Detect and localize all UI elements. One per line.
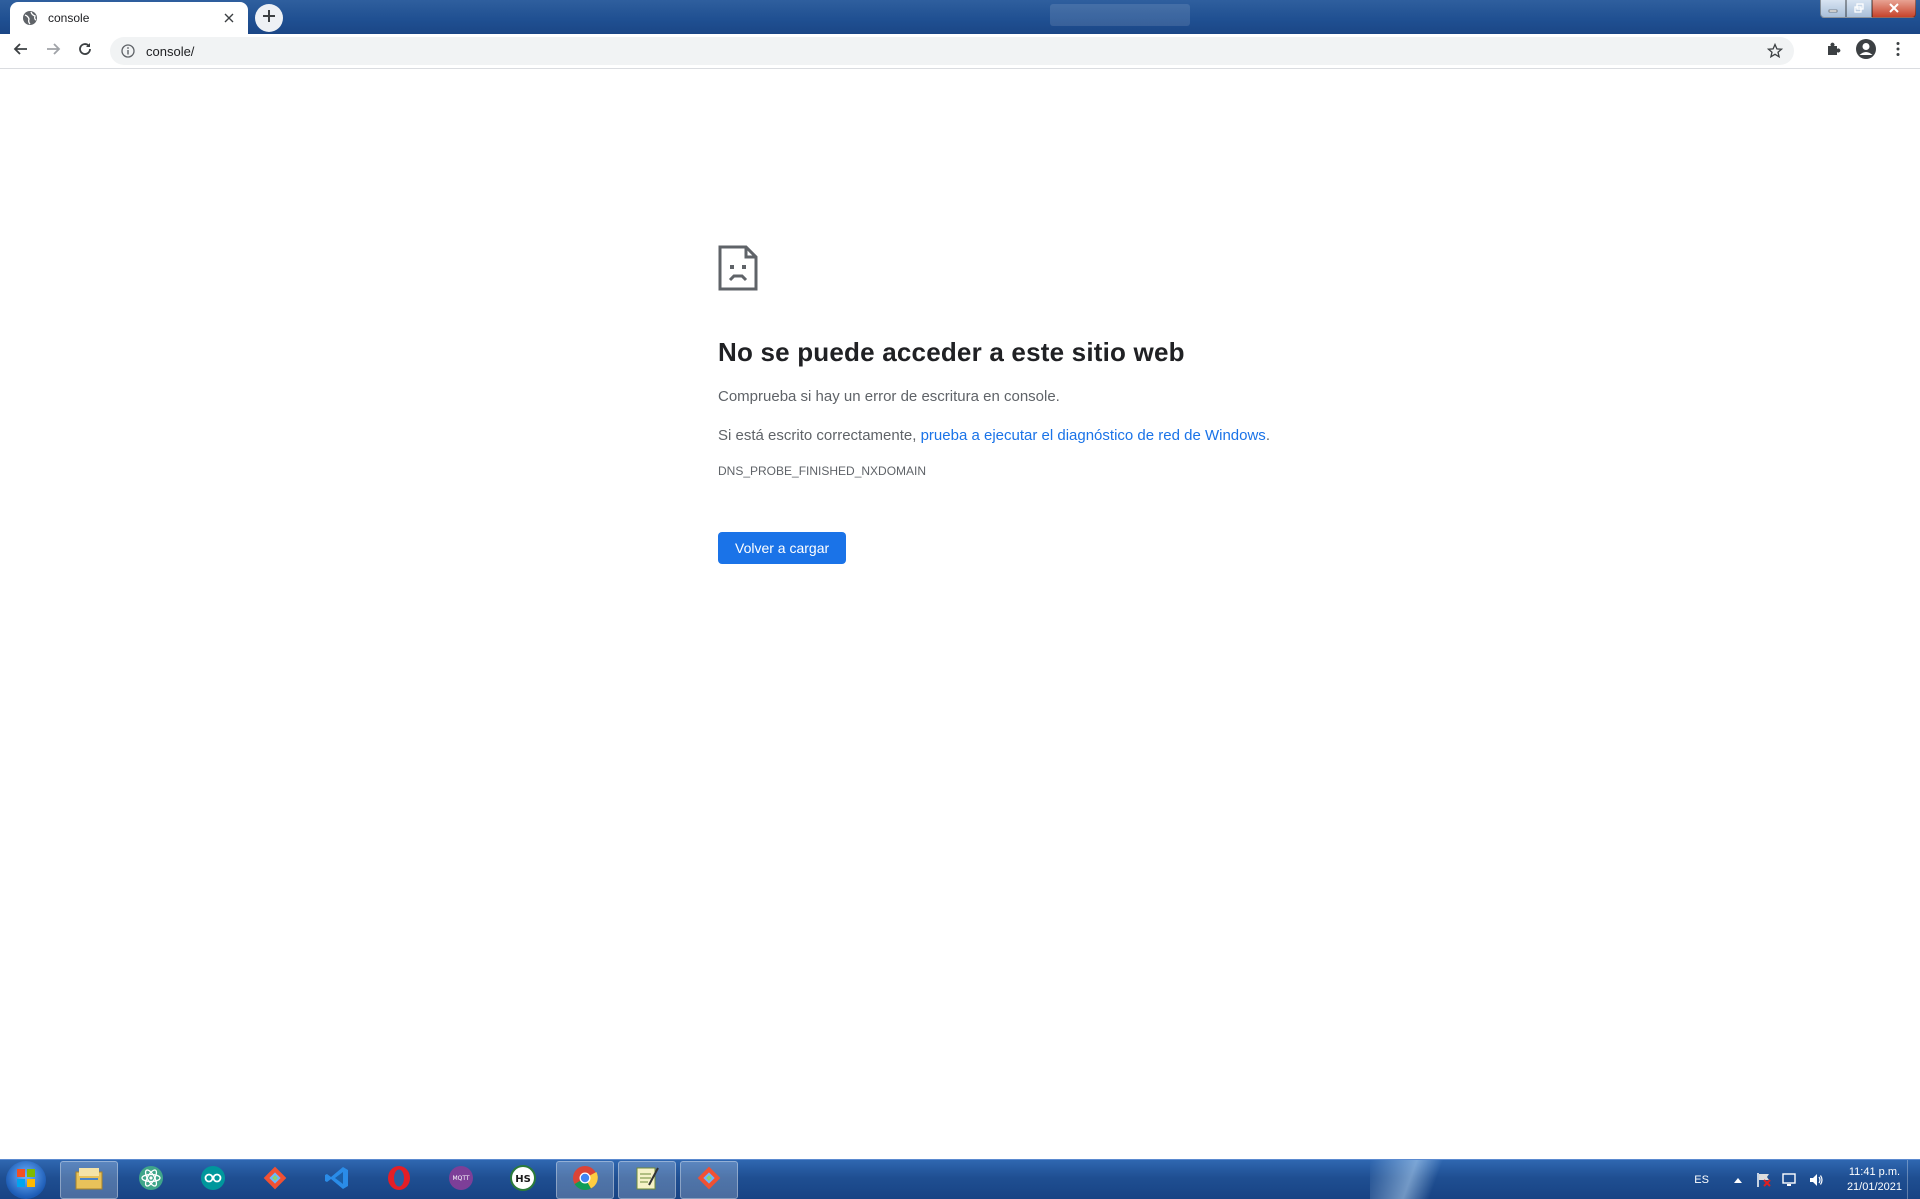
error-title: No se puede acceder a este sitio web — [718, 337, 1185, 367]
error-suggestion-2-suffix: . — [1265, 427, 1270, 444]
error-suggestion-1: Comprueba si hay un error de escritura e… — [718, 388, 1060, 405]
show-desktop-button[interactable] — [1907, 1160, 1920, 1199]
browser-tab[interactable]: console — [10, 2, 248, 34]
atom-icon — [138, 1165, 164, 1196]
extensions-button[interactable] — [1820, 38, 1846, 64]
info-icon[interactable] — [120, 43, 136, 59]
taskbar-file-explorer[interactable] — [60, 1161, 118, 1199]
window-controls — [1820, 0, 1916, 18]
error-page: No se puede acceder a este sitio web Com… — [718, 245, 1358, 564]
language-indicator[interactable]: ES — [1694, 1174, 1709, 1186]
address-bar[interactable]: console/ — [110, 37, 1794, 65]
background-window-ghost — [1050, 4, 1190, 26]
extensions-puzzle-icon — [1825, 41, 1841, 62]
taskbar-arduino[interactable] — [184, 1161, 242, 1199]
profile-button[interactable] — [1853, 38, 1879, 64]
arduino-icon — [200, 1165, 226, 1196]
action-center-flag-icon[interactable] — [1755, 1171, 1773, 1189]
mqtt-icon: MQTT — [448, 1165, 474, 1196]
vscode-icon — [324, 1165, 350, 1196]
back-button[interactable] — [8, 38, 34, 64]
new-tab-button[interactable] — [255, 4, 283, 32]
taskbar-atom[interactable] — [122, 1161, 180, 1199]
network-icon[interactable] — [1781, 1171, 1799, 1189]
error-suggestion-2-prefix: Si está escrito correctamente, — [718, 427, 921, 444]
system-tray: ES 11:41 p.m. 21/01/2021 — [1694, 1160, 1902, 1199]
volume-icon[interactable] — [1807, 1171, 1825, 1189]
minimize-button[interactable] — [1820, 0, 1846, 18]
hs-icon: HS — [510, 1164, 536, 1196]
minimize-icon — [1828, 0, 1838, 18]
taskbar-decoration — [1370, 1160, 1460, 1199]
taskbar-hs[interactable]: HS — [494, 1161, 552, 1199]
plus-icon — [262, 9, 276, 28]
restore-button[interactable] — [1846, 0, 1872, 18]
clock-time: 11:41 p.m. — [1848, 1166, 1901, 1178]
git-icon — [262, 1165, 288, 1196]
forward-arrow-icon — [45, 41, 61, 62]
taskbar-vscode[interactable] — [308, 1161, 366, 1199]
git-gui-icon — [696, 1165, 722, 1196]
system-clock[interactable]: 11:41 p.m. 21/01/2021 — [1847, 1165, 1902, 1195]
menu-dots-icon — [1896, 41, 1900, 62]
browser-toolbar: console/ — [0, 34, 1920, 69]
windows-logo-icon — [15, 1167, 37, 1194]
back-arrow-icon — [13, 41, 29, 62]
file-explorer-icon — [75, 1166, 103, 1195]
taskbar-git[interactable] — [246, 1161, 304, 1199]
close-window-icon — [1889, 0, 1899, 18]
taskbar-apps: MQTT HS — [60, 1161, 742, 1199]
hs-icon-label: HS — [515, 1174, 531, 1185]
sad-page-icon — [718, 245, 758, 291]
chrome-icon — [572, 1165, 598, 1196]
forward-button[interactable] — [40, 38, 66, 64]
taskbar-mqtt[interactable]: MQTT — [432, 1161, 490, 1199]
mqtt-icon-label: MQTT — [452, 1175, 469, 1182]
menu-button[interactable] — [1885, 38, 1911, 64]
profile-avatar-icon — [1855, 38, 1877, 65]
close-window-button[interactable] — [1872, 0, 1916, 18]
taskbar-notepad[interactable] — [618, 1161, 676, 1199]
reload-page-button[interactable]: Volver a cargar — [718, 532, 847, 564]
taskbar-git-gui[interactable] — [680, 1161, 738, 1199]
error-suggestion-2: Si está escrito correctamente, prueba a … — [718, 426, 1358, 446]
windows-taskbar: MQTT HS ES 11:41 p.m. 21/01/2021 — [0, 1159, 1920, 1199]
star-icon[interactable] — [1762, 38, 1788, 64]
url-text[interactable]: console/ — [146, 44, 1762, 59]
notepad-icon — [634, 1165, 660, 1196]
clock-date: 21/01/2021 — [1846, 1181, 1902, 1193]
reload-button[interactable] — [72, 38, 98, 64]
tab-title: console — [48, 11, 90, 25]
globe-icon — [22, 10, 38, 26]
browser-titlebar: console — [0, 0, 1920, 34]
reload-icon — [77, 41, 93, 62]
taskbar-chrome[interactable] — [556, 1161, 614, 1199]
taskbar-opera[interactable] — [370, 1161, 428, 1199]
show-hidden-icons-icon[interactable] — [1729, 1171, 1747, 1189]
network-diagnostics-link[interactable]: prueba a ejecutar el diagnóstico de red … — [921, 427, 1266, 444]
restore-icon — [1854, 0, 1864, 18]
start-button[interactable] — [6, 1161, 46, 1199]
opera-icon — [386, 1165, 412, 1196]
close-icon[interactable] — [220, 9, 238, 27]
error-code: DNS_PROBE_FINISHED_NXDOMAIN — [718, 464, 927, 478]
